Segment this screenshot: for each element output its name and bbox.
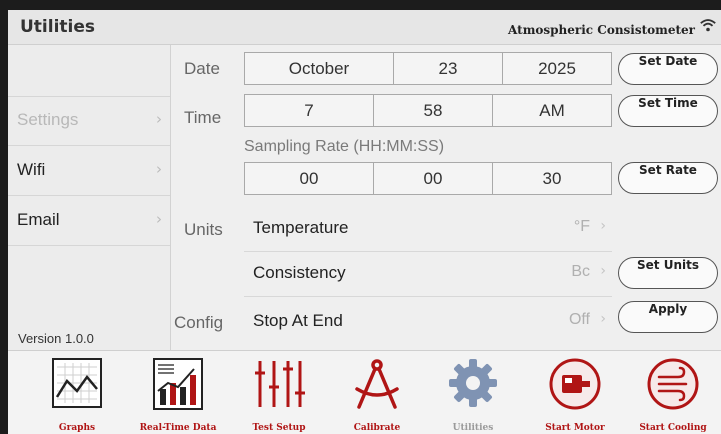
- chevron-right-icon: ›: [156, 110, 162, 128]
- sidebar-item-label: Email: [17, 210, 60, 229]
- time-ampm-field[interactable]: AM: [492, 94, 612, 127]
- bottom-toolbar: Graphs Real-Time Data Test Setup Calibra…: [8, 350, 721, 434]
- graphs-icon: [52, 358, 102, 408]
- toolbar-label: Calibrate: [353, 423, 401, 433]
- sidebar-item-settings[interactable]: Settings ›: [8, 96, 170, 146]
- toolbar-label: Start Cooling: [639, 423, 707, 433]
- consistency-unit-value: Bc: [571, 263, 590, 280]
- sidebar-item-wifi[interactable]: Wifi ›: [8, 146, 170, 196]
- sampling-hh-field[interactable]: 00: [244, 162, 374, 195]
- device-screen: Utilities Atmospheric Consistometer Sett…: [8, 10, 721, 434]
- chevron-right-icon: ›: [156, 210, 162, 228]
- page-title: Utilities: [20, 17, 96, 37]
- time-minute-field[interactable]: 58: [373, 94, 493, 127]
- set-time-button[interactable]: Set Time: [618, 95, 718, 127]
- temperature-unit-row[interactable]: Temperature °F ›: [244, 207, 612, 252]
- calibrate-button[interactable]: Calibrate: [332, 351, 422, 434]
- graphs-button[interactable]: Graphs: [32, 351, 122, 434]
- motor-icon: [549, 358, 601, 410]
- date-year-field[interactable]: 2025: [502, 52, 612, 85]
- time-hour-field[interactable]: 7: [244, 94, 374, 127]
- stop-at-end-row[interactable]: Stop At End Off ›: [244, 300, 612, 344]
- utilities-button[interactable]: Utilities: [428, 351, 518, 434]
- temperature-label: Temperature: [253, 218, 349, 237]
- chevron-right-icon: ›: [600, 311, 606, 327]
- set-date-button[interactable]: Set Date: [618, 53, 718, 85]
- apply-button[interactable]: Apply: [618, 301, 718, 333]
- sidebar-item-label: Settings: [17, 110, 79, 129]
- config-label: Config: [174, 313, 224, 332]
- toolbar-label: Utilities: [452, 423, 494, 433]
- chevron-right-icon: ›: [600, 263, 606, 279]
- version-label: Version 1.0.0: [18, 331, 94, 346]
- consistency-unit-row[interactable]: Consistency Bc ›: [244, 252, 612, 297]
- sliders-icon: [255, 361, 305, 407]
- sampling-mm-field[interactable]: 00: [373, 162, 493, 195]
- real-time-data-button[interactable]: Real-Time Data: [130, 351, 226, 434]
- toolbar-label: Real-Time Data: [139, 423, 217, 433]
- stop-at-end-value: Off: [568, 311, 590, 328]
- date-month-field[interactable]: October: [244, 52, 394, 85]
- temperature-unit-value: °F: [573, 218, 590, 235]
- chevron-right-icon: ›: [156, 160, 162, 178]
- device-name: Atmospheric Consistometer: [508, 23, 695, 37]
- gear-icon: [449, 359, 497, 407]
- chevron-right-icon: ›: [600, 218, 606, 234]
- stop-at-end-label: Stop At End: [253, 311, 343, 330]
- units-label: Units: [184, 220, 223, 239]
- compass-icon: [355, 359, 399, 409]
- sidebar: Settings › Wifi › Email › Version 1.0.0: [8, 45, 171, 350]
- toolbar-label: Start Motor: [545, 423, 605, 433]
- cooling-icon: [647, 358, 699, 410]
- time-label: Time: [184, 108, 222, 127]
- toolbar-label: Graphs: [58, 423, 96, 433]
- date-day-field[interactable]: 23: [393, 52, 503, 85]
- date-label: Date: [184, 59, 220, 78]
- toolbar-label: Test Setup: [252, 423, 306, 433]
- sidebar-item-email[interactable]: Email ›: [8, 196, 170, 246]
- sampling-ss-field[interactable]: 30: [492, 162, 612, 195]
- top-bar: Utilities Atmospheric Consistometer: [8, 10, 721, 45]
- start-cooling-button[interactable]: Start Cooling: [628, 351, 718, 434]
- sidebar-item-label: Wifi: [17, 160, 46, 179]
- sidebar-header-blank: [8, 45, 170, 97]
- wifi-icon: [700, 19, 716, 32]
- consistency-label: Consistency: [253, 263, 346, 282]
- test-setup-button[interactable]: Test Setup: [234, 351, 324, 434]
- set-rate-button[interactable]: Set Rate: [618, 162, 718, 194]
- realtime-data-icon: [153, 358, 203, 410]
- set-units-button[interactable]: Set Units: [618, 257, 718, 289]
- sampling-rate-title: Sampling Rate (HH:MM:SS): [244, 138, 445, 155]
- start-motor-button[interactable]: Start Motor: [530, 351, 620, 434]
